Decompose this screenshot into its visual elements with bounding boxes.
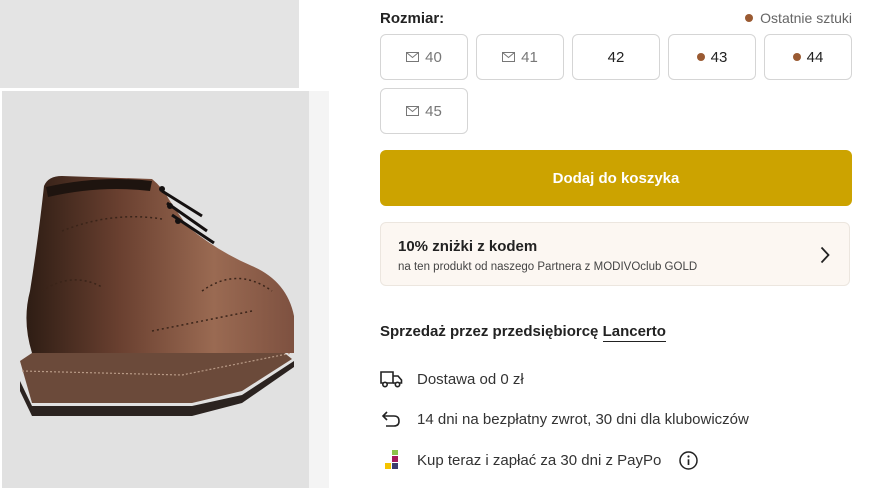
returns-text: 14 dni na bezpłatny zwrot, 30 dni dla kl… [417,410,749,428]
delivery-text: Dostawa od 0 zł [417,370,524,388]
envelope-icon [406,52,420,62]
gallery-thumbnail-top[interactable] [0,0,299,88]
last-items-dot-icon [745,14,754,22]
boot-illustration [20,176,294,416]
paypo-text: Kup teraz i zapłać za 30 dni z PayPo [417,451,662,469]
delivery-info: Dostawa od 0 zł [380,369,524,389]
promo-banner[interactable]: 10% zniżki z kodem na ten produkt od nas… [380,222,850,286]
size-label: Rozmiar: [380,10,445,27]
seller-info: Sprzedaż przez przedsiębiorcę Lancerto [380,323,666,342]
stock-legend-text: Ostatnie sztuki [760,10,852,26]
size-option-45[interactable]: 45 [380,88,468,134]
returns-info: 14 dni na bezpłatny zwrot, 30 dni dla kl… [380,409,749,429]
truck-icon [380,371,403,388]
seller-prefix: Sprzedaż przez przedsiębiorcę [380,323,599,340]
gallery-next-image[interactable] [309,91,329,488]
info-icon[interactable] [679,450,699,470]
last-items-dot-icon [696,53,705,61]
last-items-dot-icon [792,53,801,61]
promo-title: 10% zniżki z kodem [398,238,538,255]
size-option-41[interactable]: 41 [476,34,564,80]
size-option-40[interactable]: 40 [380,34,468,80]
product-image[interactable] [2,91,309,488]
envelope-icon [406,106,420,116]
promo-subtitle: na ten produkt od naszego Partnera z MOD… [398,261,698,273]
size-value: 41 [521,48,538,66]
return-arrow-icon [381,411,400,427]
size-options: 40 41 42 43 44 45 [380,34,852,134]
size-value: 42 [607,48,625,66]
size-value: 45 [425,102,442,120]
stock-legend: Ostatnie sztuki [745,10,852,26]
seller-link[interactable]: Lancerto [602,323,666,342]
size-value: 43 [710,48,728,66]
envelope-icon [502,52,516,62]
paypo-logo-icon [385,450,398,469]
size-value: 40 [425,48,442,66]
paypo-info: Kup teraz i zapłać za 30 dni z PayPo [380,450,699,470]
size-option-43[interactable]: 43 [668,34,756,80]
size-option-44[interactable]: 44 [764,34,852,80]
size-option-42[interactable]: 42 [572,34,660,80]
add-to-cart-button[interactable]: Dodaj do koszyka [380,150,852,206]
chevron-right-icon [820,246,830,264]
size-value: 44 [806,48,824,66]
